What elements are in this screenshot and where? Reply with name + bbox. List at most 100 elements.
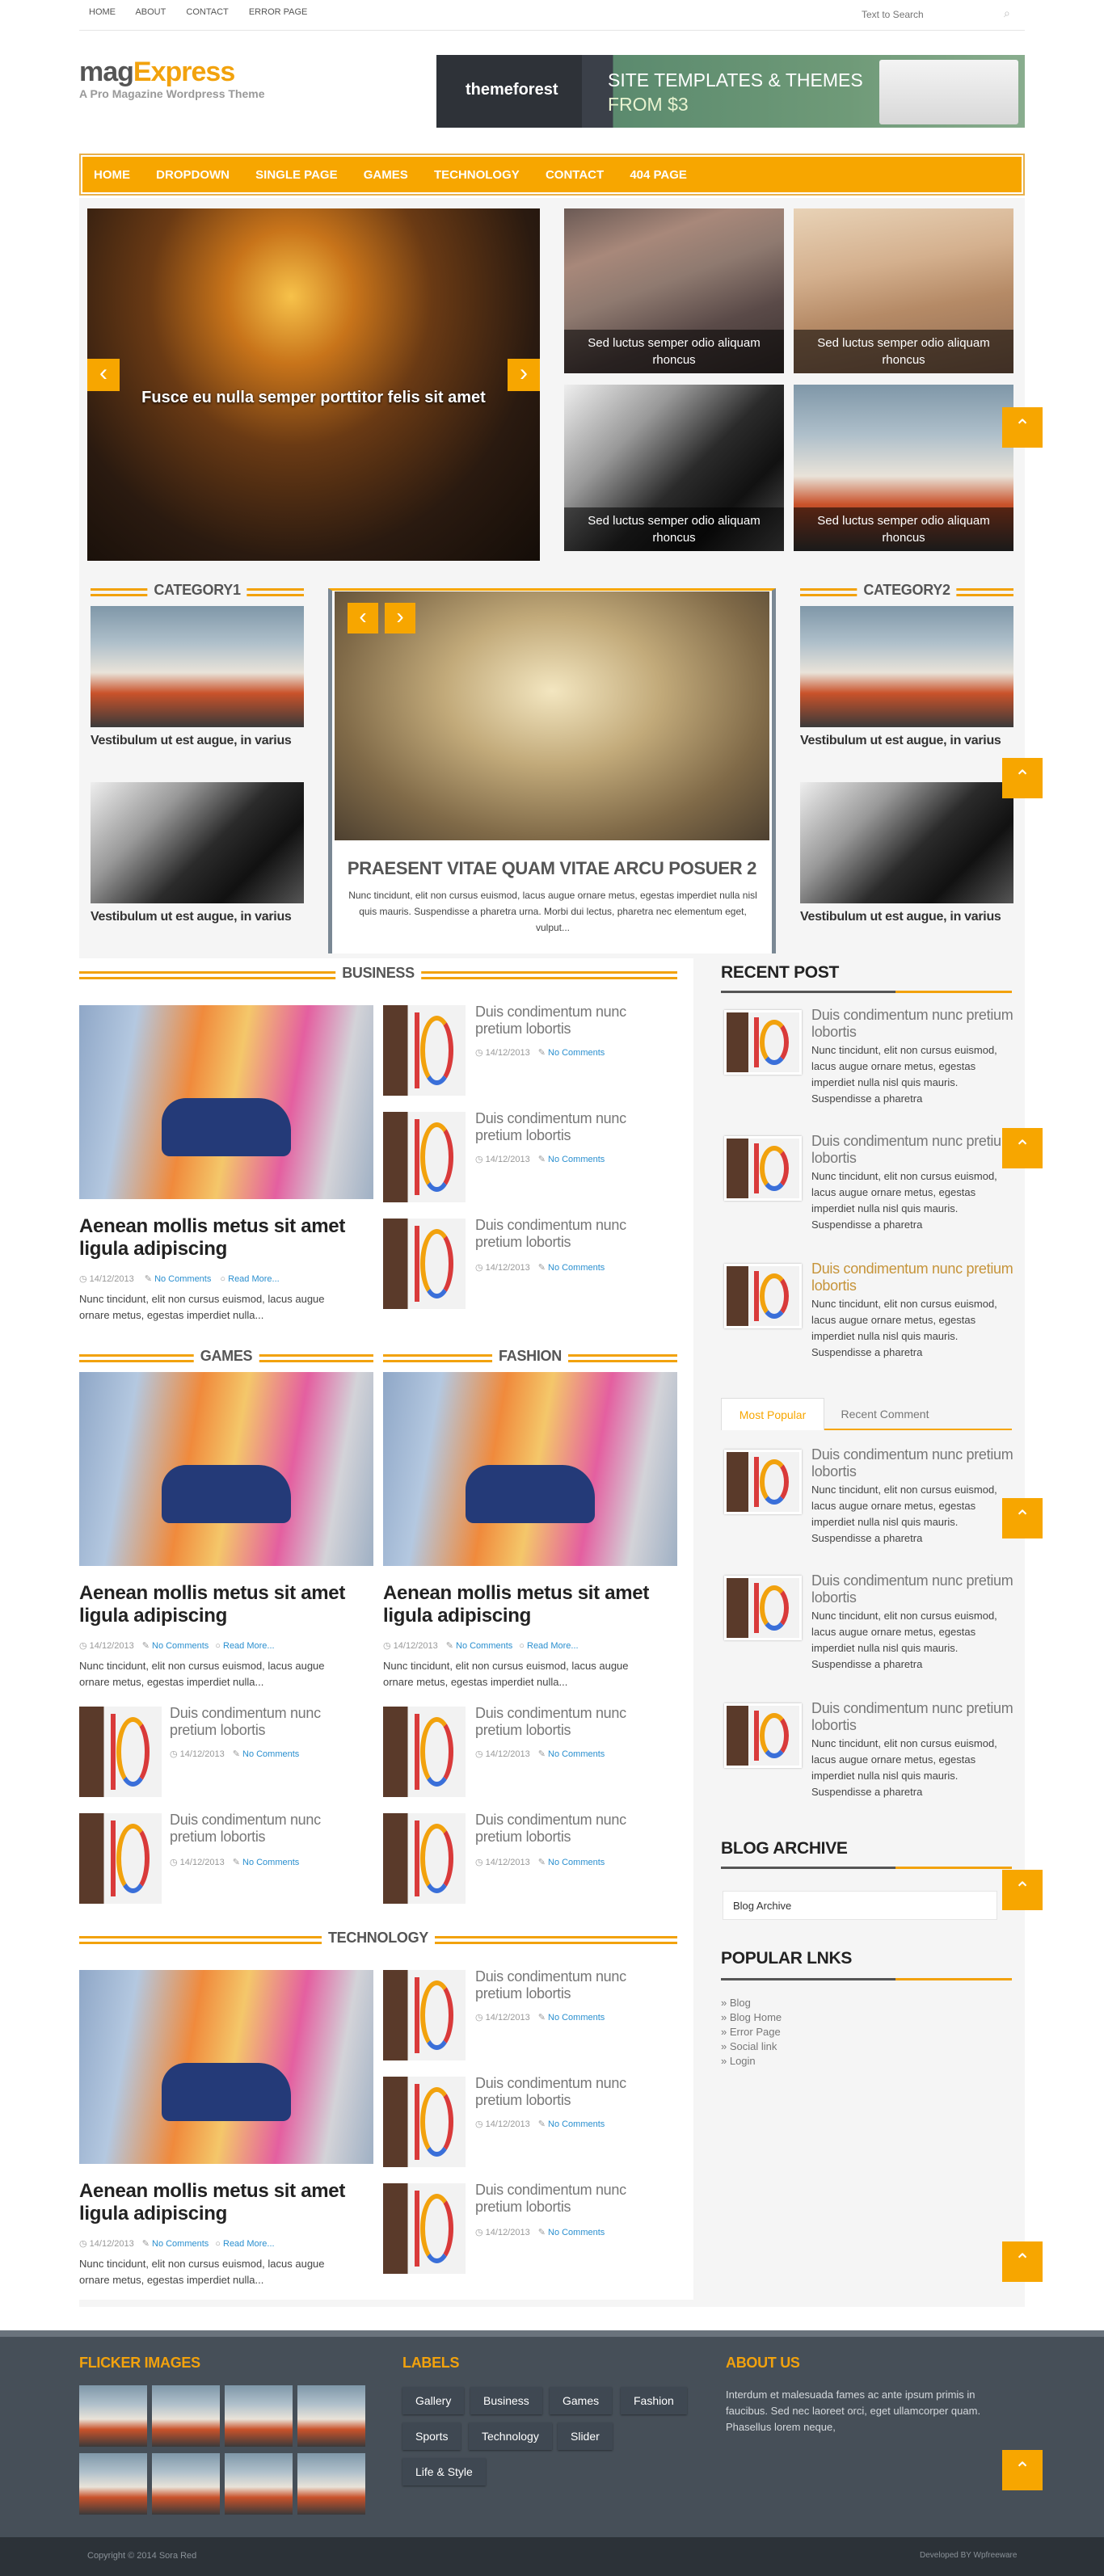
popular-title-1[interactable]: Duis condimentum nunc pretium lobortis [811,1446,1013,1480]
business-thumb-1[interactable] [383,1005,466,1096]
category2-post-1[interactable]: Vestibulum ut est augue, in varius [800,734,1001,748]
search-icon[interactable]: ⌕ [1004,6,1010,20]
flickr-image[interactable] [152,2453,220,2515]
games-thumb-2[interactable] [79,1813,162,1904]
nav-home[interactable]: HOME [94,168,130,182]
comments-link[interactable]: No Comments [548,1155,605,1164]
business-title-2[interactable]: Duis condimentum nunc pretium lobortis [475,1110,669,1144]
comments-link[interactable]: No Comments [548,1263,605,1273]
scroll-up-button-1[interactable]: ⌃ [1002,407,1043,448]
category2-post-2[interactable]: Vestibulum ut est augue, in varius [800,910,1001,924]
category1-image-2[interactable] [91,782,304,903]
games-thumb-1[interactable] [79,1707,162,1797]
comments-link[interactable]: No Comments [154,1274,211,1284]
games-main-title[interactable]: Aenean mollis metus sit amet ligula adip… [79,1582,373,1627]
games-title-1[interactable]: Duis condimentum nunc pretium lobortis [170,1705,364,1739]
flickr-image[interactable] [152,2385,220,2447]
tab-recent-comment[interactable]: Recent Comment [832,1398,938,1430]
comments-link[interactable]: No Comments [152,2239,209,2249]
category2-image-1[interactable] [800,606,1013,727]
fashion-main-image[interactable] [383,1372,677,1566]
feature-prev-button[interactable]: ‹ [348,603,378,633]
comments-link[interactable]: No Comments [548,1858,605,1867]
games-title-2[interactable]: Duis condimentum nunc pretium lobortis [170,1812,364,1846]
fashion-title-2[interactable]: Duis condimentum nunc pretium lobortis [475,1812,669,1846]
scroll-up-button-4[interactable]: ⌃ [1002,1498,1043,1538]
comments-link[interactable]: No Comments [548,2119,605,2129]
popular-thumb-3[interactable] [724,1703,802,1768]
developed-by[interactable]: Developed BY Wpfreeware [920,2551,1017,2560]
read-more-link[interactable]: Read More... [228,1274,280,1284]
label-sports[interactable]: Sports [402,2422,461,2450]
category1-post-2[interactable]: Vestibulum ut est augue, in varius [91,910,292,924]
topnav-about[interactable]: ABOUT [135,7,166,17]
business-title-3[interactable]: Duis condimentum nunc pretium lobortis [475,1217,669,1251]
label-life-style[interactable]: Life & Style [402,2458,486,2486]
popular-thumb-2[interactable] [724,1576,802,1640]
recent-thumb-2[interactable] [724,1136,802,1201]
link-login[interactable]: » Login [721,2054,782,2069]
slider-prev-button[interactable]: ‹ [87,359,120,391]
business-main-title[interactable]: Aenean mollis metus sit amet ligula adip… [79,1215,373,1261]
read-more-link[interactable]: Read More... [223,1641,275,1651]
nav-contact[interactable]: CONTACT [546,168,604,182]
scroll-up-button-7[interactable]: ⌃ [1002,2450,1043,2490]
ad-banner[interactable]: themeforest SITE TEMPLATES & THEMES FROM… [436,55,1025,128]
technology-main-image[interactable] [79,1970,373,2164]
category1-post-1[interactable]: Vestibulum ut est augue, in varius [91,734,292,748]
comments-link[interactable]: No Comments [456,1641,512,1651]
technology-thumb-3[interactable] [383,2183,466,2274]
popular-thumb-1[interactable] [724,1450,802,1514]
recent-title-3[interactable]: Duis condimentum nunc pretium lobortis [811,1261,1013,1294]
read-more-link[interactable]: Read More... [223,2239,275,2249]
link-social[interactable]: » Social link [721,2039,782,2054]
label-games[interactable]: Games [550,2387,613,2414]
feature-next-button[interactable]: › [385,603,415,633]
topnav-error-page[interactable]: ERROR PAGE [249,7,308,17]
business-main-image[interactable] [79,1005,373,1199]
recent-thumb-1[interactable] [724,1010,802,1075]
recent-thumb-3[interactable] [724,1264,802,1328]
comments-link[interactable]: No Comments [548,1749,605,1759]
label-business[interactable]: Business [470,2387,542,2414]
slider-next-button[interactable]: › [508,359,540,391]
technology-title-2[interactable]: Duis condimentum nunc pretium lobortis [475,2075,669,2109]
comments-link[interactable]: No Comments [242,1749,299,1759]
comments-link[interactable]: No Comments [548,2013,605,2022]
scroll-up-button-5[interactable]: ⌃ [1002,1870,1043,1910]
comments-link[interactable]: No Comments [152,1641,209,1651]
recent-title-2[interactable]: Duis condimentum nunc pretium lobortis [811,1133,1013,1167]
popular-title-3[interactable]: Duis condimentum nunc pretium lobortis [811,1700,1013,1734]
scroll-up-button-3[interactable]: ⌃ [1002,1128,1043,1168]
flickr-image[interactable] [225,2453,293,2515]
nav-404-page[interactable]: 404 PAGE [630,168,687,182]
nav-dropdown[interactable]: DROPDOWN [156,168,230,182]
flickr-image[interactable] [297,2453,365,2515]
popular-title-2[interactable]: Duis condimentum nunc pretium lobortis [811,1572,1013,1606]
link-blog-home[interactable]: » Blog Home [721,2010,782,2025]
category1-image-1[interactable] [91,606,304,727]
label-gallery[interactable]: Gallery [402,2387,465,2414]
technology-thumb-1[interactable] [383,1970,466,2060]
site-logo[interactable]: magExpress [79,57,235,88]
technology-title-1[interactable]: Duis condimentum nunc pretium lobortis [475,1968,669,2002]
read-more-link[interactable]: Read More... [527,1641,579,1651]
business-thumb-2[interactable] [383,1112,466,1202]
scroll-up-button-2[interactable]: ⌃ [1002,758,1043,798]
business-title-1[interactable]: Duis condimentum nunc pretium lobortis [475,1004,669,1038]
nav-games[interactable]: GAMES [364,168,408,182]
topnav-contact[interactable]: CONTACT [186,7,228,17]
flickr-image[interactable] [79,2453,147,2515]
link-blog[interactable]: » Blog [721,1996,782,2010]
fashion-thumb-2[interactable] [383,1813,466,1904]
fashion-main-title[interactable]: Aenean mollis metus sit amet ligula adip… [383,1582,677,1627]
grid-post-3[interactable]: Sed luctus semper odio aliquam rhoncus [564,385,784,551]
label-slider[interactable]: Slider [558,2422,613,2450]
feature-title[interactable]: PRAESENT VITAE QUAM VITAE ARCU POSUER 2 [335,858,769,879]
grid-post-2[interactable]: Sed luctus semper odio aliquam rhoncus [794,208,1013,373]
scroll-up-button-6[interactable]: ⌃ [1002,2241,1043,2282]
grid-post-4[interactable]: Sed luctus semper odio aliquam rhoncus [794,385,1013,551]
grid-post-1[interactable]: Sed luctus semper odio aliquam rhoncus [564,208,784,373]
technology-title-3[interactable]: Duis condimentum nunc pretium lobortis [475,2182,669,2216]
search-input[interactable] [862,6,991,23]
